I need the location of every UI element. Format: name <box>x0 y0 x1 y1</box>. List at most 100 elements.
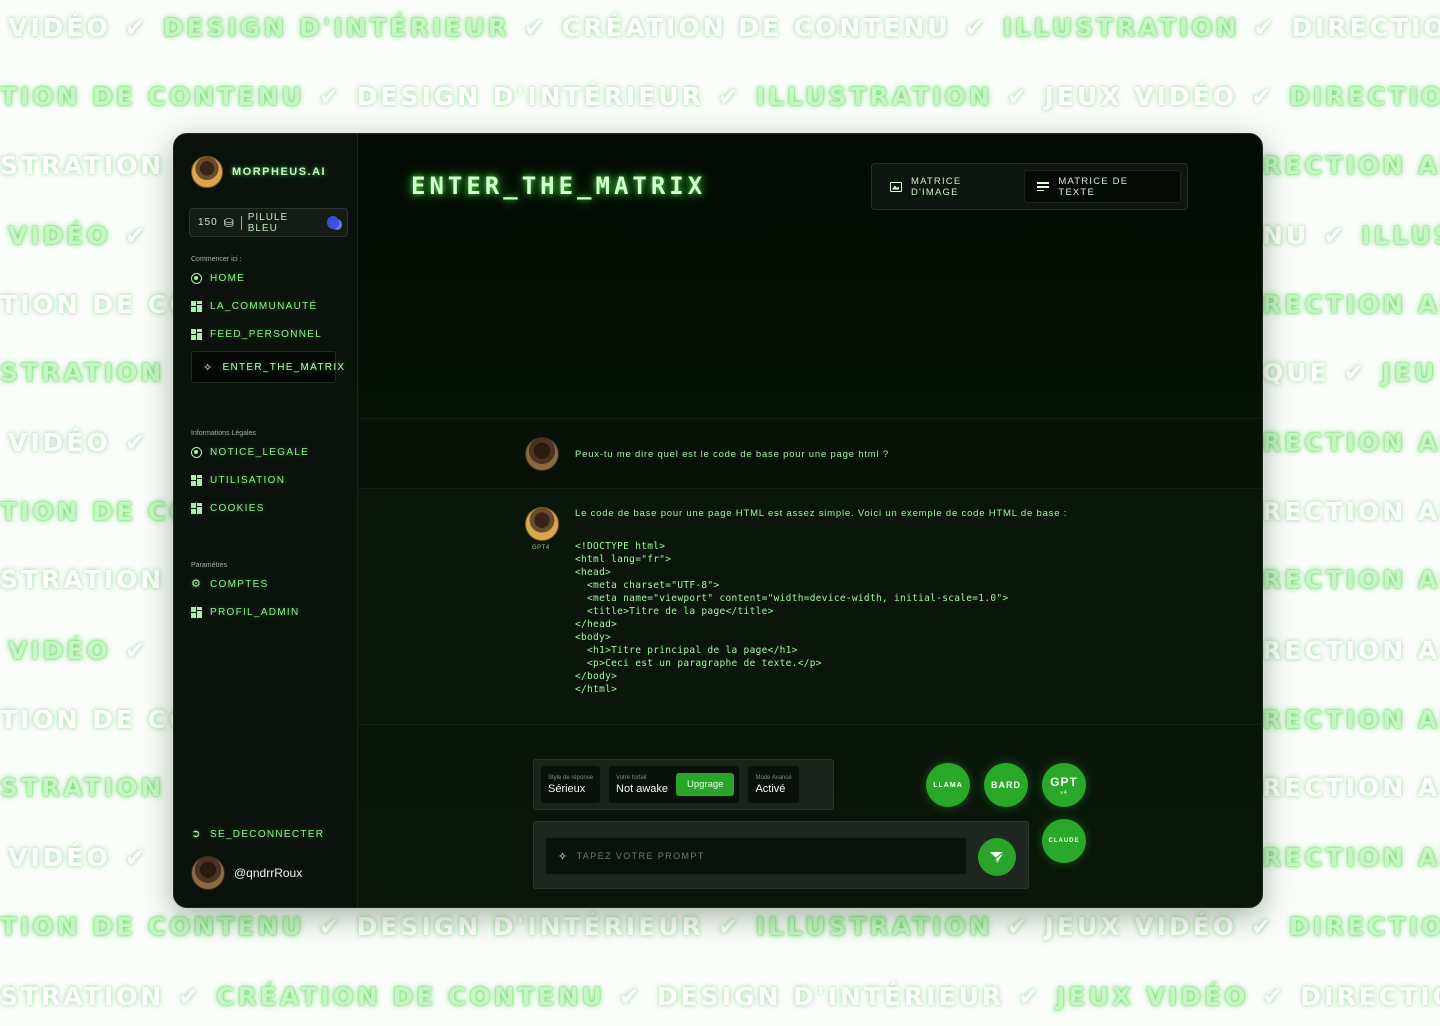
section-start-label: Commencer ici : <box>191 256 242 263</box>
check-icon: ✔ <box>717 82 742 111</box>
check-icon: ✔ <box>124 636 149 665</box>
background-word: RECTION ART <box>1262 151 1440 180</box>
sidebar-item-accounts[interactable]: ⚙ COMPTES <box>191 579 269 591</box>
image-icon <box>890 181 902 192</box>
check-icon: ✔ <box>1262 982 1287 1011</box>
background-text-row: RECTION ART <box>1262 565 1440 595</box>
check-icon: ✔ <box>1018 982 1043 1011</box>
sidebar-item-profile[interactable]: PROFIL_ADMIN <box>191 607 300 618</box>
send-button[interactable] <box>978 838 1016 876</box>
logout-button[interactable]: ➲ SE_DECONNECTER <box>191 828 324 841</box>
dashboard-icon <box>191 301 202 312</box>
sidebar-item-enter-the-matrix[interactable]: ✧ ENTER_THE_MATRIX <box>191 351 344 383</box>
sidebar-item-cookies[interactable]: COOKIES <box>191 503 265 514</box>
brand[interactable]: MORPHEUS.AI <box>191 156 326 188</box>
sidebar-item-label: LA_COMMUNAUTÉ <box>210 301 318 312</box>
main-panel: ENTER_THE_MATRIX MATRICE D'IMAGE MATRICE… <box>358 134 1262 907</box>
model-claude-label: CLAUDE <box>1048 838 1080 844</box>
check-icon: ✔ <box>1250 912 1275 941</box>
background-word: STRATION <box>0 151 165 180</box>
code-line: <!DOCTYPE html> <box>575 541 666 552</box>
sidebar-item-label: COOKIES <box>210 503 265 514</box>
background-text-row: RECTION ART <box>1262 497 1440 527</box>
background-word: VIDÉO <box>8 13 111 42</box>
user-profile[interactable]: @qndrrRoux <box>191 856 302 890</box>
mode-switch: MATRICE D'IMAGE MATRICE DE TEXTE <box>871 163 1188 210</box>
credits-amount: 150 <box>198 217 218 228</box>
background-word: DESIGN D'INTÉRIEUR <box>356 82 704 111</box>
model-bard-button[interactable]: BARD <box>984 763 1028 807</box>
background-text-row: VIDÉO ✔ <box>8 428 163 458</box>
background-word: DIRECTION ART <box>1291 13 1440 42</box>
background-text-row: VIDÉO ✔ DESIGN D'INTÉRIEUR ✔ CRÉATION DE CON… <box>8 13 1440 43</box>
background-text-row: RECTION ART <box>1262 843 1440 873</box>
target-icon <box>191 447 202 458</box>
blue-pill-icon <box>326 216 339 229</box>
background-word: CRÉATION DE CONTENU <box>561 13 951 42</box>
check-icon: ✔ <box>1343 358 1368 387</box>
model-claude-button[interactable]: CLAUDE <box>1042 819 1086 863</box>
background-word: VIDÉO <box>8 428 111 457</box>
send-icon <box>990 851 1005 863</box>
user-message-text: Peux-tu me dire quel est le code de base… <box>575 449 889 460</box>
model-llama-button[interactable]: LLAMA <box>926 763 970 807</box>
check-icon: ✔ <box>318 82 343 111</box>
code-line: <html lang="fr"> <box>575 554 672 565</box>
sidebar-item-label: HOME <box>210 273 246 284</box>
background-text-row: TION DE CONTENU ✔ DESIGN D'INTÉRIEUR ✔ ILLUS… <box>0 912 1440 942</box>
background-text-row: RECTION ART <box>1262 290 1440 320</box>
section-legal-label: Informations Légales <box>191 430 256 437</box>
sparkle-icon: ✧ <box>558 850 569 863</box>
sidebar-item-feed[interactable]: FEED_PERSONNEL <box>191 329 322 340</box>
background-word: STRATION <box>0 565 165 594</box>
advanced-mode-toggle[interactable]: Mode Avancé Activé <box>748 766 799 803</box>
code-line: </html> <box>575 684 618 695</box>
background-word: TION DE CONTENU <box>0 912 305 941</box>
sidebar-item-home[interactable]: HOME <box>191 273 245 284</box>
check-icon: ✔ <box>1250 82 1275 111</box>
response-style-select[interactable]: Style de réponse Sérieux <box>541 766 601 803</box>
text-matrix-tab[interactable]: MATRICE DE TEXTE <box>1024 170 1181 203</box>
prompt-input[interactable]: ✧ TAPEZ VOTRE PROMPT <box>545 837 967 875</box>
sidebar-item-notice[interactable]: NOTICE_LEGALE <box>191 447 309 458</box>
ai-message: GPT4 Le code de base pour une page HTML … <box>358 488 1262 725</box>
image-matrix-tab[interactable]: MATRICE D'IMAGE <box>878 170 1024 203</box>
check-icon: ✔ <box>124 221 149 250</box>
sidebar-item-usage[interactable]: UTILISATION <box>191 475 285 486</box>
code-line: <body> <box>575 632 612 643</box>
code-line: <meta charset="UTF-8"> <box>575 580 720 591</box>
ai-model-tag: GPT4 <box>532 545 550 551</box>
code-line: <meta name="viewport" content="width=dev… <box>575 593 1009 604</box>
background-word: JEUX VIDÉO <box>1044 912 1237 941</box>
background-word: TION DE CO <box>0 290 194 319</box>
prompt-box: ✧ TAPEZ VOTRE PROMPT <box>533 821 1029 889</box>
background-word: STRATION <box>0 773 165 802</box>
upgrade-button[interactable]: Upgrage <box>676 773 735 796</box>
background-text-row: STRATION ✔ CRÉATION DE CONTENU ✔ DESIGN D'IN… <box>0 982 1440 1012</box>
logout-icon: ➲ <box>191 828 202 840</box>
background-word: DIRECTION ART <box>1288 82 1440 111</box>
response-style-label: Style de réponse <box>548 774 594 781</box>
background-word: DESIGN D'INTÉRIEUR <box>162 13 510 42</box>
sidebar-item-label: COMPTES <box>210 579 269 590</box>
background-word: DESIGN D'INTÉRIEUR <box>656 982 1005 1011</box>
check-icon: ✔ <box>124 13 149 42</box>
sidebar-item-community[interactable]: LA_COMMUNAUTÉ <box>191 301 317 312</box>
credits-badge[interactable]: 150 ⛁ PILULE BLEU <box>189 208 348 237</box>
credits-divider <box>240 215 242 230</box>
model-gpt-label: GPT <box>1050 774 1078 789</box>
background-text-row: RECTION ART <box>1262 151 1440 181</box>
dashboard-icon <box>191 475 202 486</box>
model-gpt-button[interactable]: GPT v4 <box>1042 763 1086 807</box>
background-word: ILLUSTRATION <box>755 82 993 111</box>
response-options: Style de réponse Sérieux Votre forfait N… <box>533 759 834 810</box>
app-window: MORPHEUS.AI 150 ⛁ PILULE BLEU Commencer … <box>173 133 1263 908</box>
advanced-mode-value: Activé <box>755 782 786 795</box>
check-icon: ✔ <box>964 13 989 42</box>
background-word: JEUX VIDÉO <box>1056 982 1249 1011</box>
sidebar-item-label: NOTICE_LEGALE <box>210 447 310 458</box>
background-word: DIRECTION ART <box>1288 912 1440 941</box>
section-settings-label: Paramètres <box>191 562 228 569</box>
background-word: RECTION ART <box>1262 636 1440 665</box>
dashboard-icon <box>191 503 202 514</box>
